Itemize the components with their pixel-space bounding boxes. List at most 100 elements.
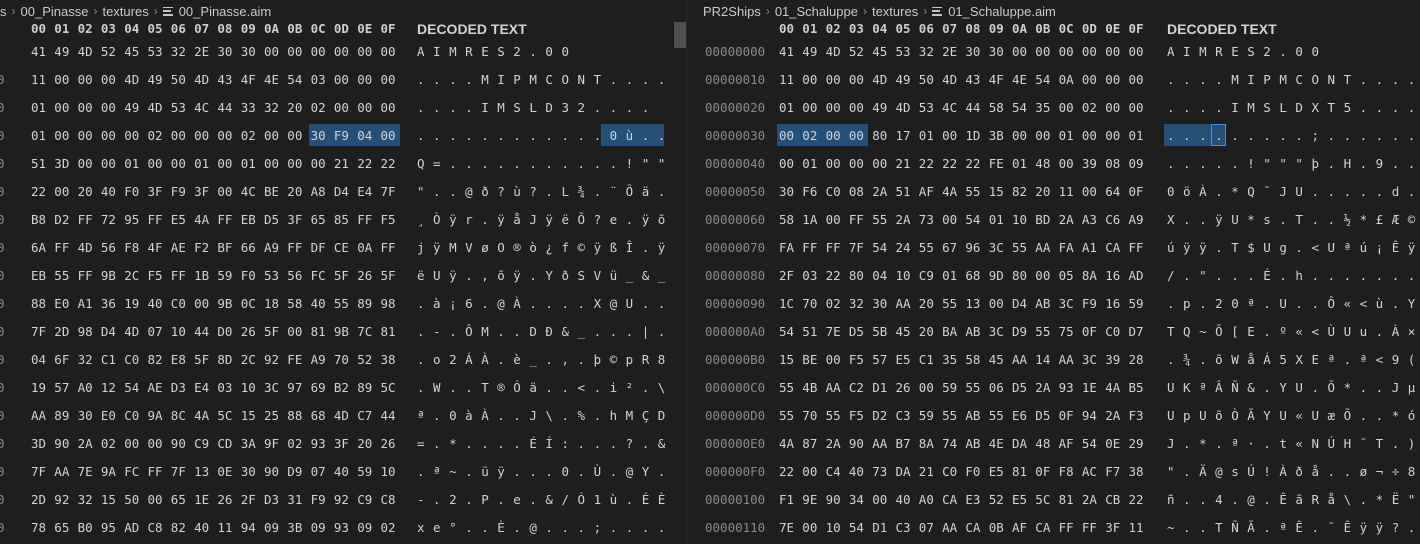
hex-byte[interactable]: 80 [872,122,887,150]
hex-byte[interactable]: 41 [779,38,794,66]
hex-byte[interactable]: 2A [896,206,911,234]
hex-byte[interactable]: 00 [381,66,396,94]
hex-byte[interactable]: 09 [311,514,326,542]
hex-byte[interactable]: 7E [78,458,93,486]
hex-byte[interactable]: F0 [241,262,256,290]
hex-byte[interactable]: 19 [31,374,46,402]
hex-byte[interactable]: 45 [872,38,887,66]
hex-byte[interactable]: 15 [101,486,116,514]
hex-byte[interactable]: 89 [357,374,372,402]
hex-byte[interactable]: 32 [849,290,864,318]
hex-byte[interactable]: 54 [779,318,794,346]
hex-row[interactable]: 00000010 11 00 00 00 4D 49 50 4D 43 4F 4E 54 0A 00 00 00… [687,66,1420,94]
hex-byte[interactable]: E5 [989,458,1004,486]
decoded-text[interactable]: T Q ~ Õ [ E . º « < Ù U u . À × [1167,318,1416,346]
hex-byte[interactable]: 16 [1105,290,1120,318]
hex-byte[interactable]: 02 [381,514,396,542]
hex-byte[interactable]: 5F [264,318,279,346]
hex-row[interactable]: 00000040 00 01 00 00 00 21 22 22 22 FE 01 48 00 39 08 09… [687,150,1420,178]
hex-byte[interactable]: 00 [54,66,69,94]
hex-byte[interactable]: AA [1059,346,1074,374]
hex-byte[interactable]: 01 [802,150,817,178]
hex-byte[interactable]: 5C [217,402,232,430]
hex-byte[interactable]: 55 [826,402,841,430]
hex-byte[interactable]: 74 [942,430,957,458]
hex-row[interactable]: 000000A0 54 51 7E D5 5B 45 20 BA AB 3C D9 55 75 0F C0 D7… [687,318,1420,346]
decoded-text[interactable]: . p . 2 0 ª . U . . Ô « < ù . Y [1167,290,1416,318]
hex-byte[interactable]: 00 [1035,262,1050,290]
hex-byte[interactable]: DA [896,458,911,486]
hex-byte[interactable]: 00 [101,122,116,150]
hex-byte[interactable]: E8 [171,346,186,374]
hex-byte[interactable]: 49 [896,66,911,94]
hex-byte[interactable]: 08 [1105,150,1120,178]
decoded-text[interactable]: . . . . . ! " " " þ . H . 9 . . [1167,150,1416,178]
hex-byte[interactable]: 00 [381,94,396,122]
hex-byte[interactable]: 93 [1059,374,1074,402]
hex-byte[interactable]: 1E [1082,374,1097,402]
hex-byte[interactable]: 00 [311,38,326,66]
hex-byte[interactable]: 56 [287,262,302,290]
hex-byte[interactable]: 00 [1129,66,1144,94]
hex-row[interactable]: 010 11 00 00 00 4D 49 50 4D 43 4F 4E 54 03 00 00 00 . . .… [0,66,686,94]
hex-byte[interactable]: EB [241,206,256,234]
hex-byte[interactable]: 64 [1105,178,1120,206]
hex-byte[interactable]: F9 [334,122,349,150]
hex-byte[interactable]: 6F [54,346,69,374]
hex-byte[interactable]: BF [217,234,232,262]
hex-byte[interactable]: 01 [919,122,934,150]
hex-byte[interactable]: 30 [989,38,1004,66]
hex-byte[interactable]: 00 [826,122,841,150]
hex-byte[interactable]: 00 [1082,38,1097,66]
hex-byte[interactable]: 38 [381,346,396,374]
hex-byte[interactable]: E4 [194,374,209,402]
hex-byte[interactable]: 90 [849,430,864,458]
hex-byte[interactable]: 00 [78,150,93,178]
hex-byte[interactable]: 90 [171,430,186,458]
hex-byte[interactable]: F8 [124,234,139,262]
hex-byte[interactable]: 4D [78,38,93,66]
hex-byte[interactable]: 7F [381,178,396,206]
hex-row[interactable]: 0D0 AA 89 30 E0 C0 9A 8C 4A 5C 15 25 88 68 4D C7 44 ª . 0… [0,402,686,430]
hex-byte[interactable]: 26 [381,430,396,458]
hex-byte[interactable]: CE [334,234,349,262]
hex-byte[interactable]: C3 [896,514,911,542]
hex-byte[interactable]: 35 [1035,94,1050,122]
hex-byte[interactable]: 55 [942,290,957,318]
hex-byte[interactable]: 01 [1059,122,1074,150]
hex-byte[interactable]: 00 [1082,122,1097,150]
hex-byte[interactable]: C0 [1105,318,1120,346]
hex-byte[interactable]: 04 [872,262,887,290]
hex-byte[interactable]: 4D [124,318,139,346]
hex-byte[interactable]: 00 [826,346,841,374]
hex-byte[interactable]: FF [1129,234,1144,262]
hex-byte[interactable]: D3 [171,374,186,402]
hex-byte[interactable]: 11 [217,514,232,542]
hex-byte[interactable]: AA [872,430,887,458]
hex-byte[interactable]: FF [826,234,841,262]
hex-byte[interactable]: 00 [311,150,326,178]
hex-byte[interactable]: 0F [1059,402,1074,430]
decoded-text[interactable]: ë U ÿ . , õ ÿ . Y ð S V ü _ & _ [417,262,666,290]
hex-byte[interactable]: 82 [171,514,186,542]
hex-byte[interactable]: 26 [896,374,911,402]
hex-byte[interactable]: 20 [287,178,302,206]
hex-byte[interactable]: 00 [171,150,186,178]
hex-row[interactable]: 040 51 3D 00 00 01 00 00 01 00 01 00 00 00 21 22 22 Q = .… [0,150,686,178]
hex-byte[interactable]: 55 [779,402,794,430]
hex-byte[interactable]: A0 [78,374,93,402]
hex-byte[interactable]: 00 [101,94,116,122]
hex-byte[interactable]: F9 [311,486,326,514]
hex-byte[interactable]: 00 [1059,94,1074,122]
hex-byte[interactable]: 00 [124,122,139,150]
hex-byte[interactable]: F0 [124,178,139,206]
hex-byte[interactable]: 07 [919,514,934,542]
hex-byte[interactable]: 36 [101,290,116,318]
hex-byte[interactable]: 44 [217,94,232,122]
hex-byte[interactable]: 70 [802,402,817,430]
hex-byte[interactable]: 44 [965,94,980,122]
hex-byte[interactable]: 4E [989,430,1004,458]
hex-byte[interactable]: 68 [311,402,326,430]
hex-byte[interactable]: FF [1059,514,1074,542]
hex-byte[interactable]: FF [148,458,163,486]
